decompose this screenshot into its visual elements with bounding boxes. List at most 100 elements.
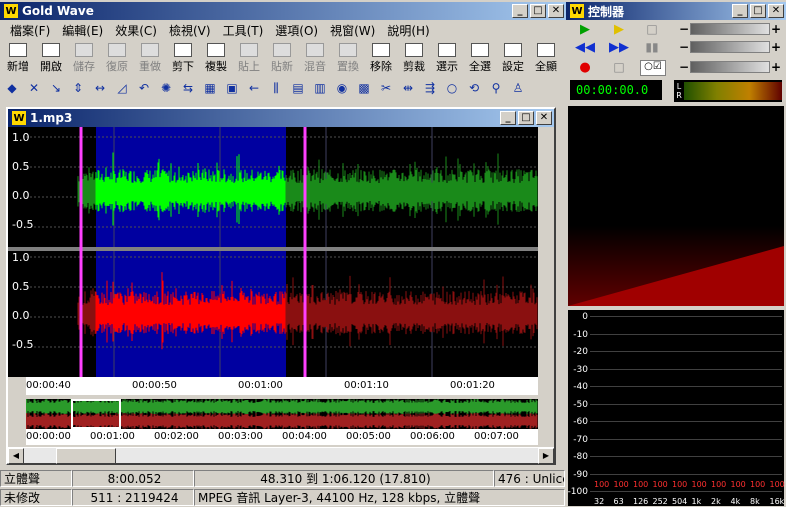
effect-icon[interactable]: ⇶ bbox=[420, 78, 440, 98]
doc-minimize-button[interactable]: _ bbox=[500, 111, 516, 125]
effect-icon[interactable]: ▩ bbox=[354, 78, 374, 98]
fast-forward-button[interactable]: ▶▶ bbox=[604, 40, 634, 56]
ctrl-close-button[interactable]: ✕ bbox=[768, 4, 784, 18]
effect-icon[interactable]: ⟲ bbox=[464, 78, 484, 98]
toolbar-icon bbox=[471, 43, 489, 57]
time-display: 00:00:00.0 bbox=[570, 80, 662, 100]
effect-icon[interactable]: ▤ bbox=[288, 78, 308, 98]
rewind-button[interactable]: ◀◀ bbox=[570, 40, 600, 56]
toolbar-label: 貼新 bbox=[271, 60, 293, 73]
y-label-left-4: -0.5 bbox=[12, 218, 34, 231]
effect-icon[interactable]: ⇆ bbox=[178, 78, 198, 98]
toolbar-button-13[interactable]: 選示 bbox=[431, 42, 463, 75]
ctrl-maximize-button[interactable]: □ bbox=[750, 4, 766, 18]
toolbar-button-12[interactable]: 剪裁 bbox=[398, 42, 430, 75]
db-label: 0 bbox=[582, 312, 588, 322]
toolbar-button-9[interactable]: 混音 bbox=[299, 42, 331, 75]
effect-icon[interactable]: ← bbox=[244, 78, 264, 98]
toolbar-button-5[interactable]: 剪下 bbox=[167, 42, 199, 75]
scroll-thumb[interactable] bbox=[56, 448, 116, 464]
effect-icon[interactable]: ⇕ bbox=[68, 78, 88, 98]
effect-icon[interactable]: ✂ bbox=[376, 78, 396, 98]
menu-effects[interactable]: 效果(C) bbox=[109, 22, 163, 39]
effect-icon[interactable]: ✕ bbox=[24, 78, 44, 98]
freq-label: 2k bbox=[711, 497, 721, 506]
scroll-left-button[interactable]: ◀ bbox=[8, 448, 24, 464]
record-mode-toggle[interactable]: ○☑ bbox=[640, 60, 666, 76]
toolbar-button-0[interactable]: 新增 bbox=[2, 42, 34, 75]
y-label-left-2: 0.5 bbox=[12, 160, 30, 173]
speed-slider[interactable]: − + bbox=[678, 60, 782, 74]
freq-value: 100 bbox=[691, 480, 707, 489]
scroll-right-button[interactable]: ▶ bbox=[538, 448, 554, 464]
record-button[interactable]: ● bbox=[570, 60, 600, 76]
toolbar-icon bbox=[9, 43, 27, 57]
effect-icon[interactable]: ▥ bbox=[310, 78, 330, 98]
toolbar-button-8[interactable]: 貼新 bbox=[266, 42, 298, 75]
maximize-button[interactable]: □ bbox=[530, 4, 546, 18]
toolbar-label: 全顯 bbox=[535, 60, 557, 73]
time-label: 00:01:10 bbox=[344, 380, 389, 391]
effect-icon[interactable]: ⚲ bbox=[486, 78, 506, 98]
menu-help[interactable]: 說明(H) bbox=[381, 22, 435, 39]
menu-view[interactable]: 檢視(V) bbox=[163, 22, 217, 39]
effect-icon[interactable]: ◉ bbox=[332, 78, 352, 98]
overview-ruler: 00:00:00 00:01:00 00:02:00 00:03:00 00:0… bbox=[26, 429, 538, 445]
toolbar-button-10[interactable]: 置換 bbox=[332, 42, 364, 75]
effect-icon[interactable]: ◆ bbox=[2, 78, 22, 98]
app-title: Gold Wave bbox=[22, 4, 94, 18]
db-label: -90 bbox=[573, 469, 588, 480]
effect-icon[interactable]: ▣ bbox=[222, 78, 242, 98]
toolbar-button-14[interactable]: 全選 bbox=[464, 42, 496, 75]
waveform-view[interactable]: 1.0 0.5 0.0 -0.5 1.0 0.5 0.0 -0.5 bbox=[8, 127, 538, 377]
ctrl-minimize-button[interactable]: _ bbox=[732, 4, 748, 18]
effect-icon[interactable]: ↶ bbox=[134, 78, 154, 98]
horizontal-scrollbar[interactable]: ◀ ▶ bbox=[8, 447, 554, 464]
play-button[interactable]: ▶ bbox=[570, 22, 600, 38]
toolbar-button-16[interactable]: 全顯 bbox=[530, 42, 562, 75]
effect-icon[interactable]: ⇹ bbox=[398, 78, 418, 98]
menu-window[interactable]: 視窗(W) bbox=[324, 22, 381, 39]
effect-icon[interactable]: ↘ bbox=[46, 78, 66, 98]
doc-close-button[interactable]: ✕ bbox=[536, 111, 552, 125]
visualization-panel bbox=[568, 106, 784, 306]
toolbar-icon bbox=[207, 43, 225, 57]
balance-slider[interactable]: − + bbox=[678, 40, 782, 54]
toolbar-icon bbox=[504, 43, 522, 57]
doc-maximize-button[interactable]: □ bbox=[518, 111, 534, 125]
menu-tools[interactable]: 工具(T) bbox=[217, 22, 270, 39]
toolbar-label: 重做 bbox=[139, 60, 161, 73]
toolbar-button-3[interactable]: 復原 bbox=[101, 42, 133, 75]
toolbar-label: 混音 bbox=[304, 60, 326, 73]
effect-icon[interactable]: ○ bbox=[442, 78, 462, 98]
stop-button[interactable]: □ bbox=[640, 22, 664, 38]
play-selection-button[interactable]: ▶ bbox=[604, 22, 634, 38]
record-stop-button[interactable]: □ bbox=[604, 60, 634, 76]
minimize-button[interactable]: _ bbox=[512, 4, 528, 18]
volume-slider[interactable]: − + bbox=[678, 22, 782, 36]
effect-icon[interactable]: ↔ bbox=[90, 78, 110, 98]
toolbar-icon bbox=[174, 43, 192, 57]
toolbar-button-15[interactable]: 設定 bbox=[497, 42, 529, 75]
toolbar-icon bbox=[339, 43, 357, 57]
toolbar-button-1[interactable]: 開啟 bbox=[35, 42, 67, 75]
close-button[interactable]: ✕ bbox=[548, 4, 564, 18]
overview-waveform[interactable] bbox=[26, 399, 538, 429]
toolbar-button-11[interactable]: 移除 bbox=[365, 42, 397, 75]
effect-icon[interactable]: ◿ bbox=[112, 78, 132, 98]
toolbar-button-6[interactable]: 複製 bbox=[200, 42, 232, 75]
menu-edit[interactable]: 編輯(E) bbox=[56, 22, 109, 39]
toolbar-button-7[interactable]: 貼上 bbox=[233, 42, 265, 75]
channel-separator bbox=[8, 247, 538, 251]
effect-icon[interactable]: ♙ bbox=[508, 78, 528, 98]
menu-options[interactable]: 選項(O) bbox=[269, 22, 324, 39]
menu-file[interactable]: 檔案(F) bbox=[4, 22, 56, 39]
spectrum-analyzer: 100 100 100 100 100 100 100 100 100 100 0 -10 -20 -3… bbox=[568, 310, 785, 506]
toolbar-button-4[interactable]: 重做 bbox=[134, 42, 166, 75]
effect-icon[interactable]: ✺ bbox=[156, 78, 176, 98]
db-label: -50 bbox=[573, 399, 588, 410]
pause-button[interactable]: ▮▮ bbox=[640, 40, 664, 56]
effect-icon[interactable]: ⫼ bbox=[266, 78, 286, 98]
toolbar-button-2[interactable]: 儲存 bbox=[68, 42, 100, 75]
effect-icon[interactable]: ▦ bbox=[200, 78, 220, 98]
